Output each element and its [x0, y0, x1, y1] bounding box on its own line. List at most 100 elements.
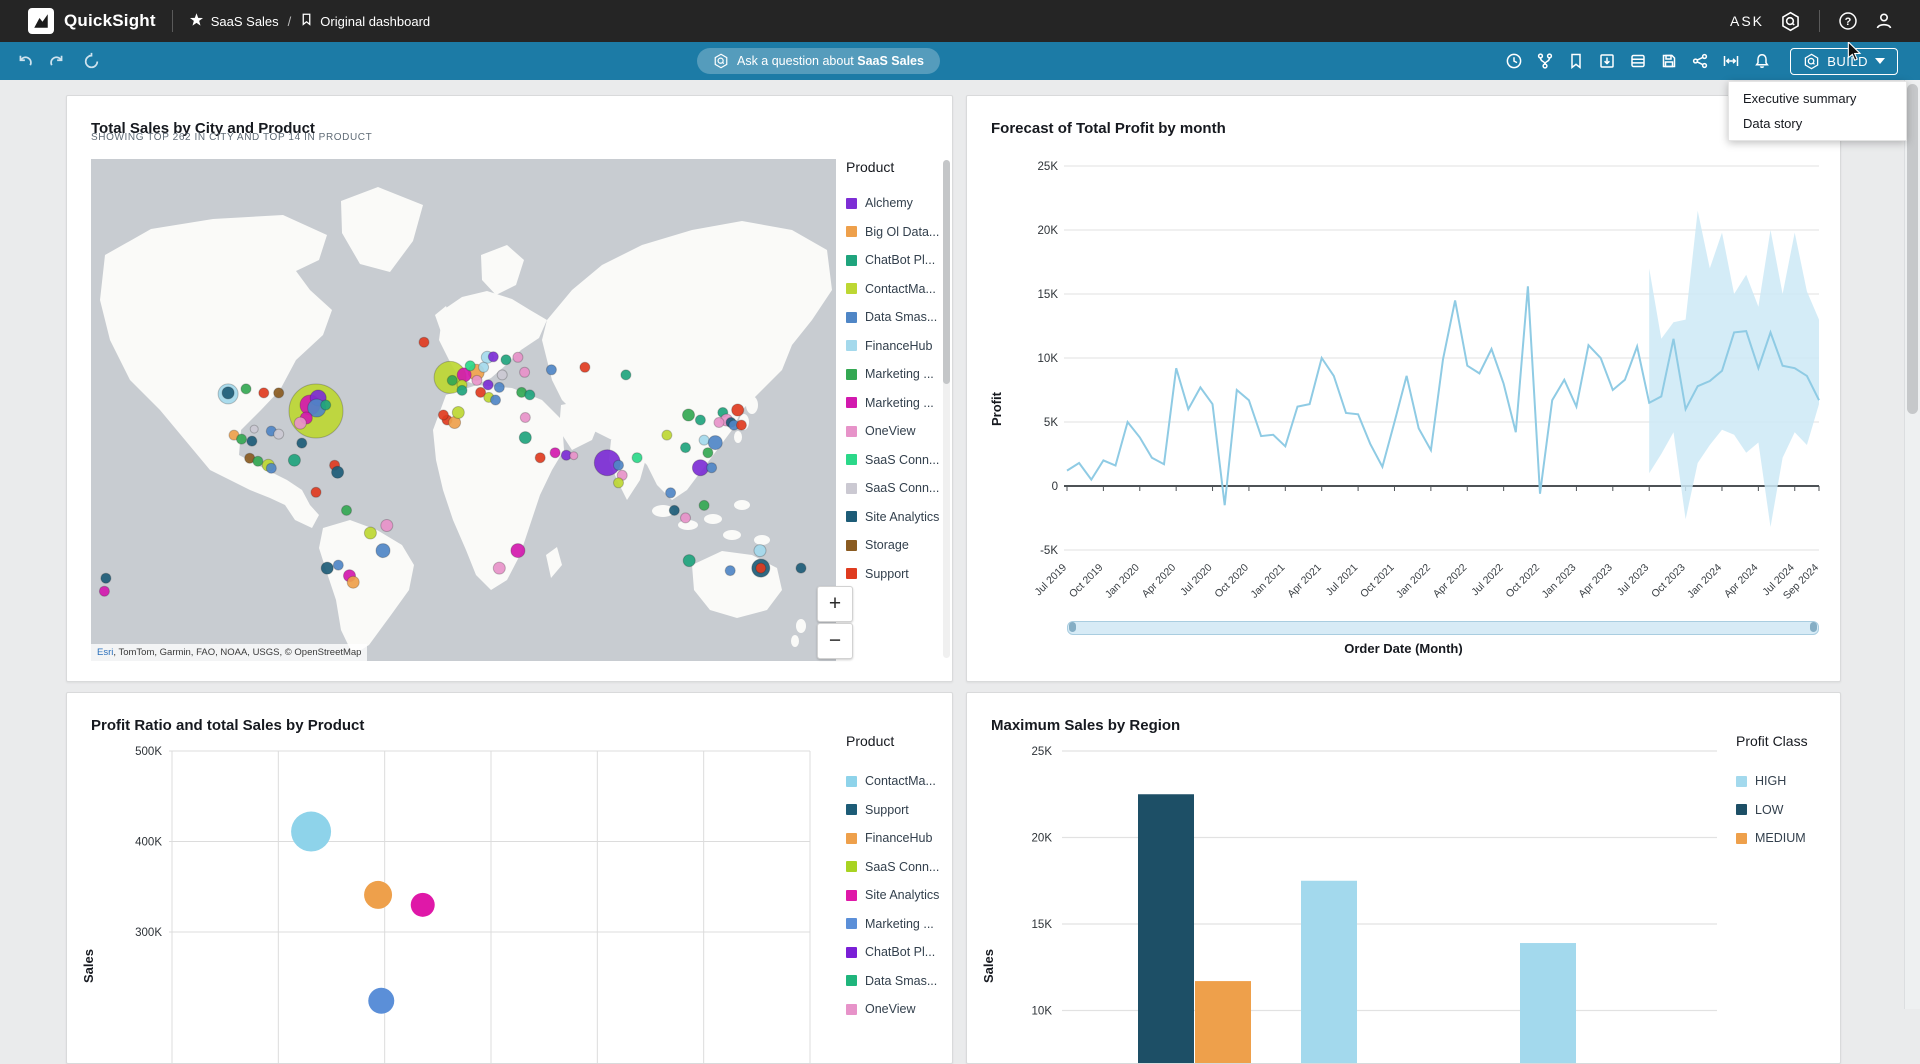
q-hexagon-icon[interactable]: [1780, 11, 1801, 32]
map-bubble[interactable]: [732, 404, 744, 416]
map-bubble[interactable]: [501, 355, 511, 365]
redo-button[interactable]: [47, 52, 66, 71]
legend-item[interactable]: SaaS Conn...: [846, 446, 953, 475]
versions-icon[interactable]: [1536, 52, 1554, 70]
reset-button[interactable]: [82, 52, 101, 71]
scatter-chart[interactable]: 500K400K300K: [67, 693, 827, 1063]
map-bubble[interactable]: [683, 555, 695, 567]
legend-item[interactable]: Marketing ...: [846, 360, 953, 389]
map-bubble[interactable]: [488, 352, 498, 362]
map-bubble[interactable]: [520, 413, 530, 423]
bar-high[interactable]: [1301, 881, 1357, 1063]
help-icon[interactable]: ?: [1838, 11, 1858, 31]
legend-item[interactable]: Big Ol Data...: [846, 218, 953, 247]
map-bubble[interactable]: [511, 544, 525, 558]
build-button[interactable]: BUILD: [1790, 48, 1898, 75]
map-bubble[interactable]: [707, 463, 717, 473]
map-bubble[interactable]: [333, 560, 343, 570]
map-bubble[interactable]: [662, 430, 672, 440]
bookmark-icon[interactable]: [1567, 52, 1585, 70]
legend-item[interactable]: ContactMa...: [846, 275, 953, 304]
map-bubble[interactable]: [447, 375, 457, 385]
map-bubble[interactable]: [699, 500, 709, 510]
map-bubble[interactable]: [681, 443, 691, 453]
map-bubble[interactable]: [250, 425, 258, 433]
export-icon[interactable]: [1598, 52, 1616, 70]
star-icon[interactable]: [189, 12, 204, 30]
map-bubble[interactable]: [520, 367, 530, 377]
ask-button[interactable]: ASK: [1730, 13, 1764, 29]
date-range-scrollbar[interactable]: [1067, 621, 1819, 635]
map-bubble[interactable]: [342, 505, 352, 515]
map-bubble[interactable]: [222, 387, 234, 399]
map-bubble[interactable]: [479, 362, 489, 372]
map-bubble[interactable]: [253, 456, 263, 466]
map-bubble[interactable]: [632, 453, 642, 463]
legend-item[interactable]: Support: [846, 560, 953, 589]
share-icon[interactable]: [1691, 52, 1709, 70]
map-bubble[interactable]: [513, 352, 523, 362]
map-bubble[interactable]: [497, 370, 507, 380]
map-zoom-out-button[interactable]: −: [817, 623, 853, 659]
scatter-bubble[interactable]: [368, 988, 394, 1014]
esri-link[interactable]: Esri: [97, 647, 113, 658]
legend-item[interactable]: MEDIUM: [1736, 824, 1841, 853]
map-bubble[interactable]: [483, 380, 493, 390]
legend-scrollbar[interactable]: [943, 160, 950, 658]
map-bubble[interactable]: [736, 420, 746, 430]
ask-question-search[interactable]: Ask a question about SaaS Sales: [697, 48, 940, 74]
legend-item[interactable]: FinanceHub: [846, 332, 953, 361]
map-bubble[interactable]: [754, 545, 766, 557]
map-bubble[interactable]: [247, 436, 257, 446]
legend-item[interactable]: Site Analytics: [846, 503, 953, 532]
forecast-chart[interactable]: 25K20K15K10K5K0-5KJul 2019Oct 2019Jan 20…: [967, 96, 1838, 616]
legend-item[interactable]: Alchemy: [846, 189, 953, 218]
map-bubble[interactable]: [756, 563, 766, 573]
map-bubble[interactable]: [695, 415, 705, 425]
map-bubble[interactable]: [550, 448, 560, 458]
map-bubble[interactable]: [669, 505, 679, 515]
map-bubble[interactable]: [381, 520, 393, 532]
legend-item[interactable]: HIGH: [1736, 767, 1841, 796]
legend-item[interactable]: Marketing ...: [846, 389, 953, 418]
legend-item[interactable]: SaaS Conn...: [846, 474, 953, 503]
map-bubble[interactable]: [666, 488, 676, 498]
map-bubble[interactable]: [237, 434, 247, 444]
page-scrollbar[interactable]: [1904, 80, 1920, 1009]
legend-item[interactable]: OneView: [846, 417, 953, 446]
legend-item[interactable]: Site Analytics: [846, 881, 953, 910]
legend-item[interactable]: LOW: [1736, 796, 1841, 825]
fit-width-icon[interactable]: [1722, 52, 1740, 70]
map-bubble[interactable]: [725, 566, 735, 576]
map-bubble[interactable]: [347, 576, 359, 588]
map-bubble[interactable]: [266, 463, 276, 473]
thresholds-icon[interactable]: [1629, 52, 1647, 70]
schedule-icon[interactable]: [1505, 52, 1523, 70]
menu-item-executive-summary[interactable]: Executive summary: [1729, 86, 1906, 111]
legend-item[interactable]: ChatBot Pl...: [846, 938, 953, 967]
map-bubble[interactable]: [796, 563, 806, 573]
map-bubble[interactable]: [493, 562, 505, 574]
map-bubble[interactable]: [535, 453, 545, 463]
map-bubble[interactable]: [419, 337, 429, 347]
map-bubble[interactable]: [546, 365, 556, 375]
quicksight-brand[interactable]: QuickSight: [0, 8, 156, 34]
legend-item[interactable]: Storage: [846, 531, 953, 560]
legend-item[interactable]: FinanceHub: [846, 824, 953, 853]
map-bubble[interactable]: [699, 435, 709, 445]
map-bubble[interactable]: [438, 410, 448, 420]
legend-item[interactable]: Data Smas...: [846, 303, 953, 332]
map-bubble[interactable]: [621, 370, 631, 380]
map-bubble[interactable]: [692, 460, 708, 476]
user-icon[interactable]: [1874, 11, 1894, 31]
map-bubble[interactable]: [703, 448, 713, 458]
scatter-bubble[interactable]: [411, 893, 435, 917]
bar-low[interactable]: [1138, 794, 1194, 1063]
legend-item[interactable]: ContactMa...: [846, 767, 953, 796]
legend-item[interactable]: OneView: [846, 995, 953, 1024]
legend-item[interactable]: Support: [846, 796, 953, 825]
legend-item[interactable]: Data Smas...: [846, 967, 953, 996]
map-bubble[interactable]: [364, 527, 376, 539]
map-bubble[interactable]: [614, 478, 624, 488]
map-bubble[interactable]: [580, 362, 590, 372]
